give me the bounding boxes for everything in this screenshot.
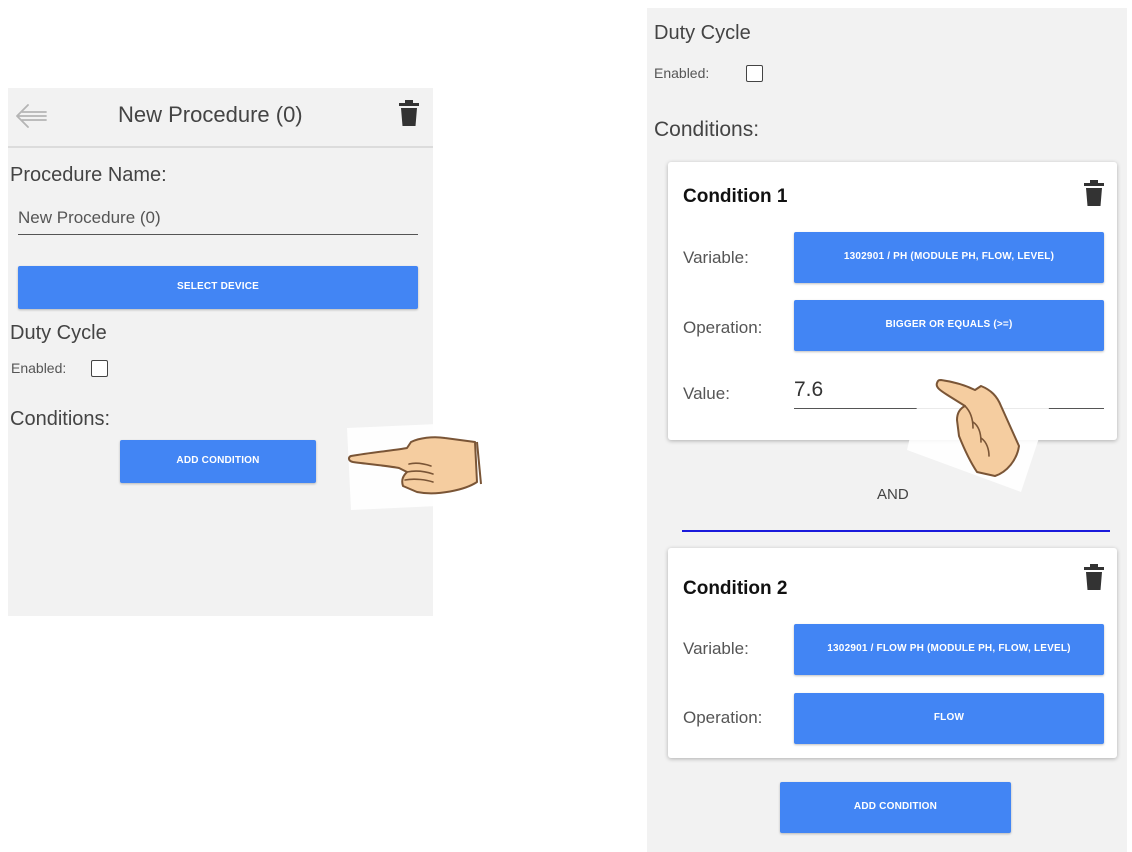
left-screen: New Procedure (0) Procedure Name: New Pr… <box>8 88 433 616</box>
page-title: New Procedure (0) <box>118 102 303 127</box>
trash-icon[interactable] <box>399 100 419 131</box>
right-screen: Duty Cycle Enabled: Conditions: Conditio… <box>647 8 1127 852</box>
enabled-checkbox[interactable] <box>746 65 763 82</box>
variable-label: Variable: <box>683 248 749 267</box>
condition-card-2: Condition 2 Variable: 1302901 / FLOW PH … <box>668 548 1117 758</box>
trash-icon[interactable] <box>1084 564 1104 595</box>
app-header: New Procedure (0) <box>8 88 433 148</box>
and-join-label: AND <box>877 486 909 503</box>
duty-cycle-label: Duty Cycle <box>10 322 107 344</box>
enabled-label: Enabled: <box>654 65 710 81</box>
and-divider <box>682 530 1110 532</box>
conditions-label: Conditions: <box>654 118 760 141</box>
condition-title: Condition 1 <box>683 186 788 207</box>
duty-cycle-label: Duty Cycle <box>654 22 751 44</box>
value-label: Value: <box>683 384 730 403</box>
variable-select-button[interactable]: 1302901 / PH (MODULE PH, FLOW, LEVEL) <box>794 232 1104 283</box>
add-condition-button[interactable]: ADD CONDITION <box>780 782 1011 833</box>
select-device-button[interactable]: SELECT DEVICE <box>18 266 418 309</box>
trash-icon[interactable] <box>1084 180 1104 211</box>
conditions-label: Conditions: <box>10 408 111 430</box>
operation-label: Operation: <box>683 708 763 727</box>
arrow-left-icon[interactable] <box>14 102 48 130</box>
variable-select-button[interactable]: 1302901 / FLOW PH (MODULE PH, FLOW, LEVE… <box>794 624 1104 675</box>
enabled-checkbox[interactable] <box>91 360 108 377</box>
condition-title: Condition 2 <box>683 578 788 599</box>
operation-select-button[interactable]: BIGGER OR EQUALS (>=) <box>794 300 1104 351</box>
procedure-name-label: Procedure Name: <box>10 164 167 186</box>
add-condition-button[interactable]: ADD CONDITION <box>120 440 316 483</box>
variable-label: Variable: <box>683 639 749 658</box>
operation-select-button[interactable]: FLOW <box>794 693 1104 744</box>
enabled-label: Enabled: <box>11 360 67 376</box>
procedure-name-input[interactable]: New Procedure (0) <box>18 208 418 235</box>
operation-label: Operation: <box>683 318 763 337</box>
pointing-hand-icon <box>903 356 1059 501</box>
pointing-hand-icon <box>345 420 485 517</box>
